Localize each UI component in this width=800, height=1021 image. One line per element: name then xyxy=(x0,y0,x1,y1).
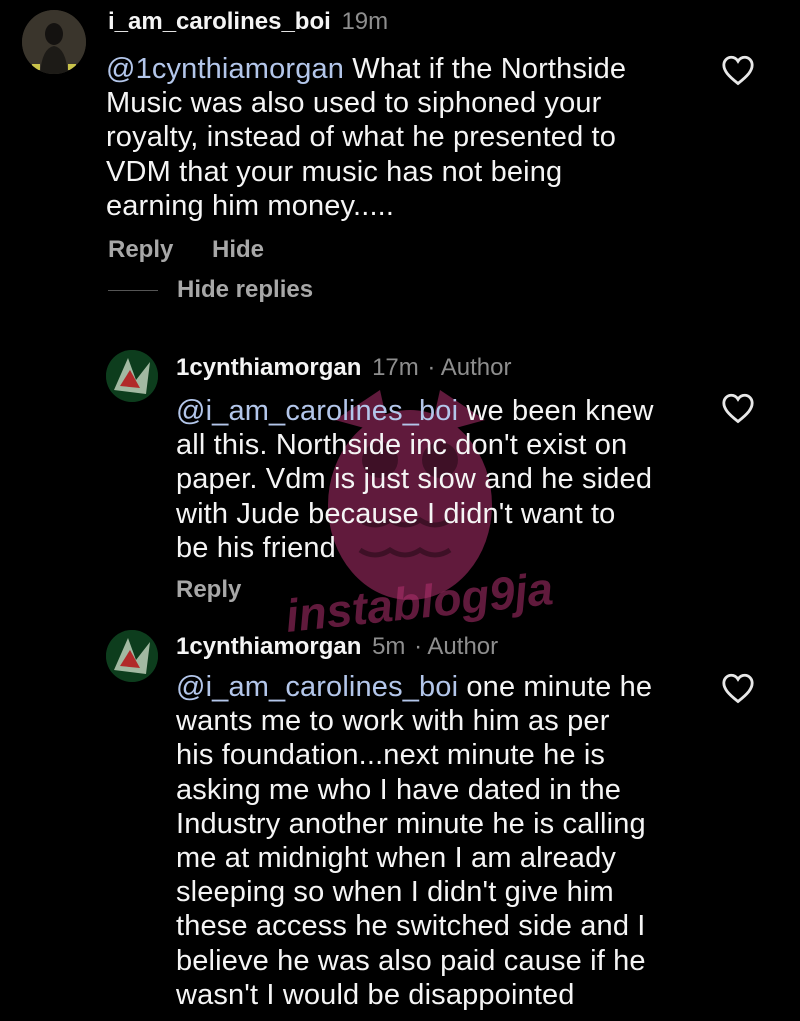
reply-comment: 1cynthiamorgan 5m · Author @i_am_carolin… xyxy=(0,620,800,1021)
author-badge: · Author xyxy=(427,354,512,381)
reply-text: @i_am_carolines_boi we been knew all thi… xyxy=(176,394,716,565)
comment-line: Music was also used to siphoned your xyxy=(106,87,602,120)
comment-line: royalty, instead of what he presented to xyxy=(106,121,617,154)
reply-line: with Jude because I didn't want to xyxy=(176,497,616,530)
reply-comment: 1cynthiamorgan 17m · Author @i_am_caroli… xyxy=(0,340,800,610)
mention-link[interactable]: @1cynthiamorgan xyxy=(106,53,344,85)
reply-line: me at midnight when I am already xyxy=(176,842,617,875)
reply-line: asking me who I have dated in the xyxy=(176,773,622,806)
comment-header: i_am_carolines_boi 19m xyxy=(108,8,388,36)
reply-line: all this. Northside inc don't exist on xyxy=(176,429,628,462)
comment-line: What if the Northside xyxy=(352,53,627,85)
username[interactable]: i_am_carolines_boi xyxy=(108,8,331,35)
reply-line: we been knew xyxy=(466,395,654,427)
heart-outline-icon[interactable] xyxy=(721,672,755,704)
author-avatar-icon[interactable] xyxy=(106,630,158,682)
hide-button[interactable]: Hide xyxy=(212,236,264,264)
user-avatar-icon[interactable] xyxy=(22,10,86,74)
reply-line: these access he switched side and I xyxy=(176,910,646,943)
timestamp: 19m xyxy=(341,8,389,35)
username[interactable]: 1cynthiamorgan xyxy=(176,354,361,381)
comment-text: @1cynthiamorgan What if the Northside Mu… xyxy=(106,52,706,223)
mention-link[interactable]: @i_am_carolines_boi xyxy=(176,395,458,427)
hide-replies-button[interactable]: Hide replies xyxy=(177,276,313,304)
timestamp: 5m xyxy=(372,633,406,660)
reply-button[interactable]: Reply xyxy=(176,576,241,604)
reply-text: @i_am_carolines_boi one minute he wants … xyxy=(176,670,716,1012)
comment-line: VDM that your music has not being xyxy=(106,155,563,188)
heart-outline-icon[interactable] xyxy=(721,54,755,86)
reply-line: sleeping so when I didn't give him xyxy=(176,876,614,909)
reply-line: Industry another minute he is calling xyxy=(176,807,646,840)
reply-line: one minute he xyxy=(466,671,653,703)
reply-line: paper. Vdm is just slow and he sided xyxy=(176,463,653,496)
comment-line: earning him money..... xyxy=(106,189,395,222)
reply-line: his foundation...next minute he is xyxy=(176,739,606,772)
reply-line: be his friend xyxy=(176,531,336,564)
top-comment: i_am_carolines_boi 19m @1cynthiamorgan W… xyxy=(0,0,800,310)
heart-outline-icon[interactable] xyxy=(721,392,755,424)
reply-header: 1cynthiamorgan 17m · Author xyxy=(176,354,511,382)
username[interactable]: 1cynthiamorgan xyxy=(176,633,361,660)
timestamp: 17m xyxy=(372,354,419,381)
author-avatar-icon[interactable] xyxy=(106,350,158,402)
author-badge: · Author xyxy=(414,633,499,660)
reply-header: 1cynthiamorgan 5m · Author xyxy=(176,633,498,661)
reply-line: believe he was also paid cause if he xyxy=(176,944,646,977)
reply-line: wasn't I would be disappointed xyxy=(176,978,575,1011)
mention-link[interactable]: @i_am_carolines_boi xyxy=(176,671,458,703)
reply-line: wants me to work with him as per xyxy=(176,705,610,738)
replies-divider xyxy=(108,290,158,291)
reply-button[interactable]: Reply xyxy=(108,236,173,264)
